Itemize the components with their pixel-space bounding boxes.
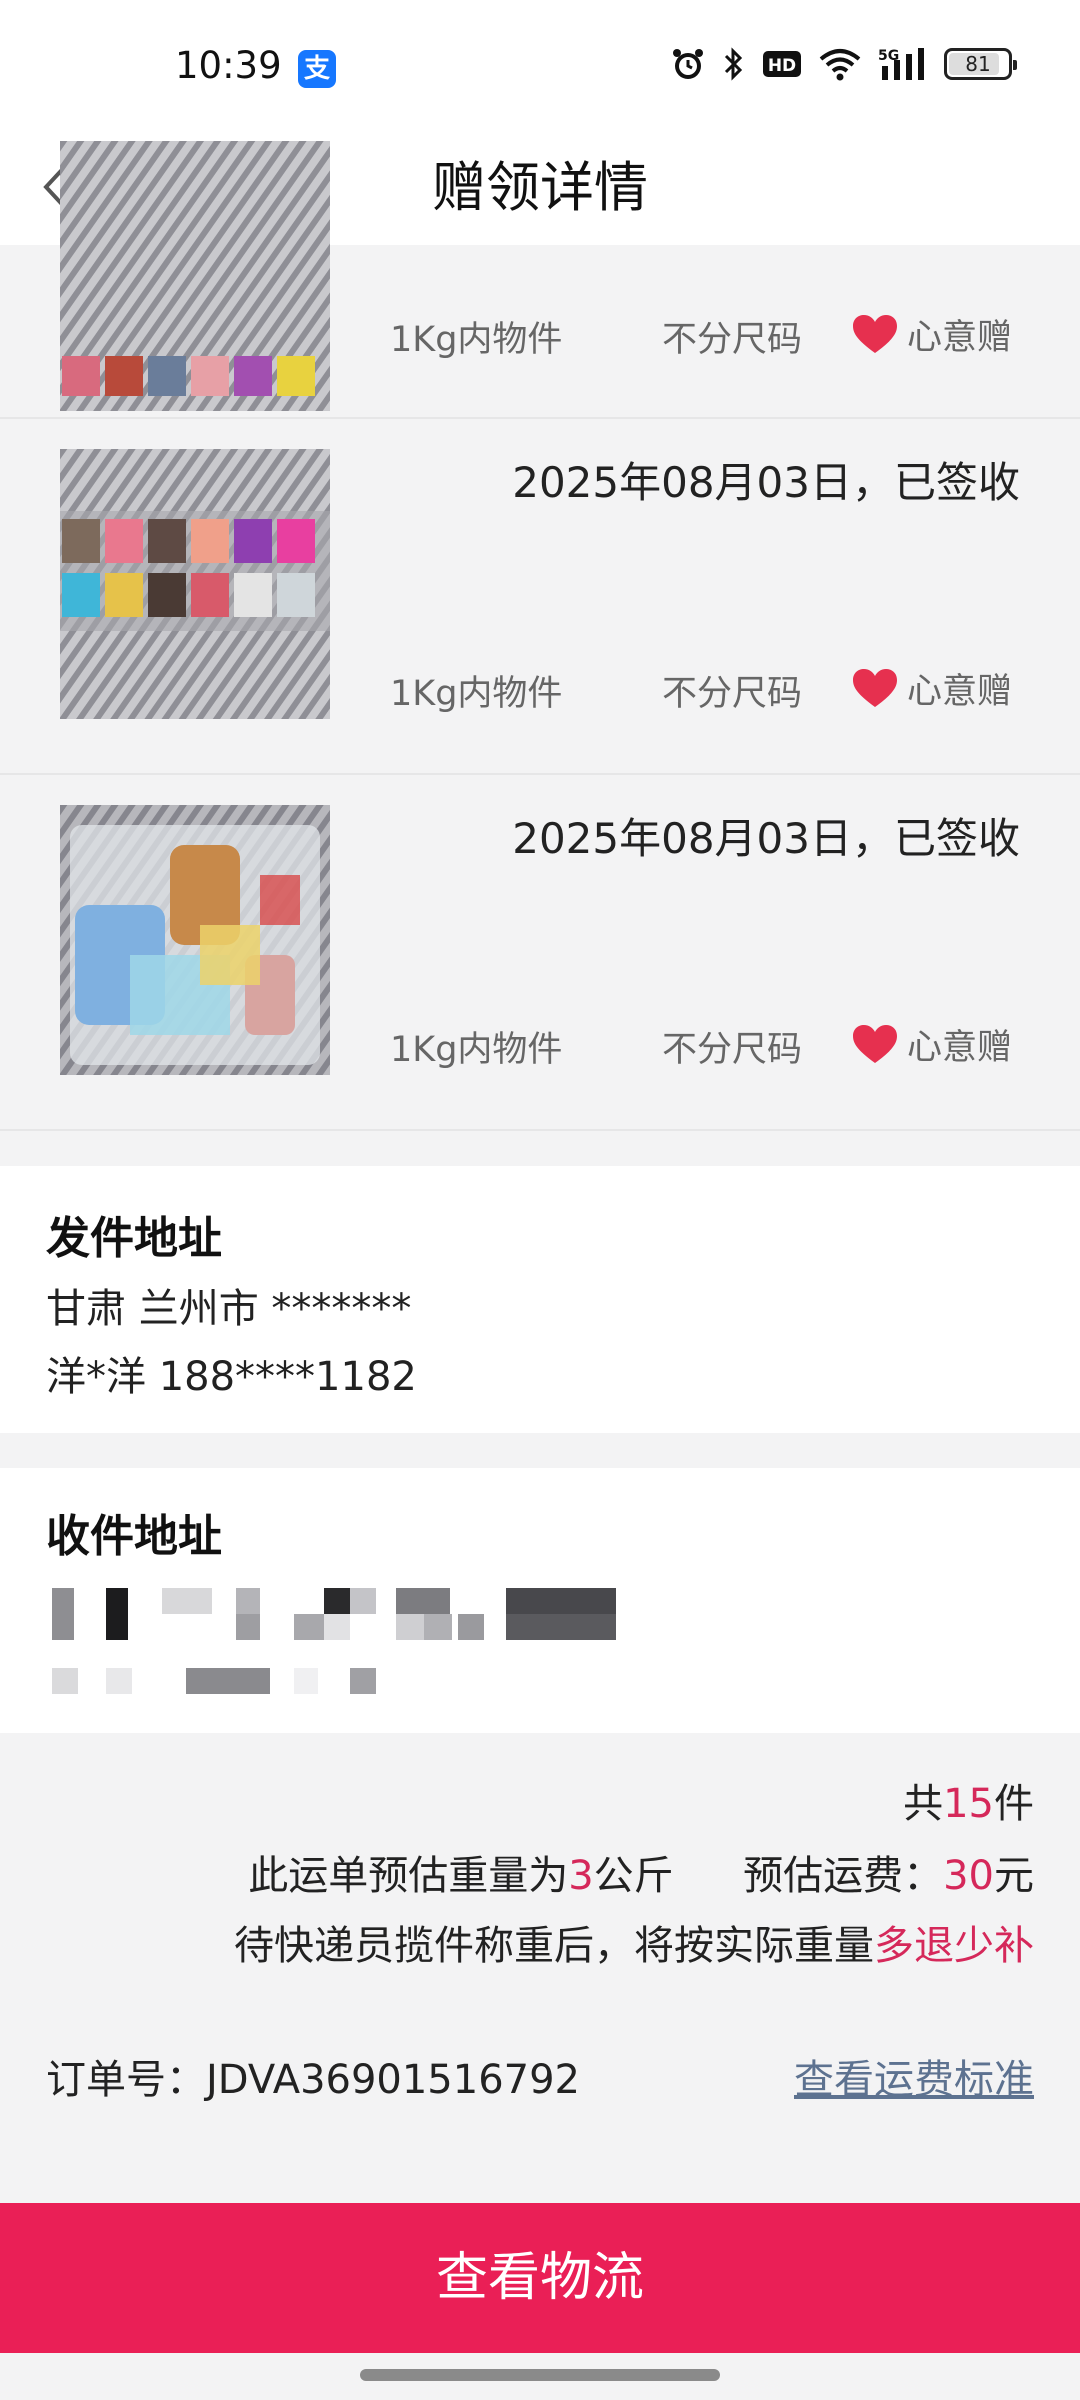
- status-icons: HD 5G 81: [670, 46, 1017, 82]
- gift-label: 心意赠: [907, 672, 1013, 712]
- battery-icon: 81: [944, 48, 1017, 80]
- item-date: 2025年08月03日，已签收: [512, 458, 1020, 507]
- order-number: 订单号：JDVA36901516792: [46, 2047, 580, 2105]
- alipay-icon: 支: [298, 50, 336, 88]
- weight-prefix: 此运单预估重量为: [248, 1853, 569, 1899]
- battery-level: 81: [965, 52, 991, 76]
- home-indicator[interactable]: [360, 2369, 720, 2381]
- order-summary: 共15件 此运单预估重量为3公斤 预估运费：30元 待快递员揽件称重后，将按实际…: [0, 1735, 1080, 2203]
- hd-label: HD: [768, 56, 796, 76]
- gift-label: 心意赠: [907, 318, 1013, 358]
- note-prefix: 待快递员揽件称重后，将按实际重量: [234, 1923, 874, 1969]
- fee-prefix: 预估运费：: [743, 1853, 944, 1899]
- count-value: 15: [943, 1781, 994, 1827]
- item-weight: 1Kg内物件: [390, 674, 563, 714]
- list-item[interactable]: 2025年08月03日，已签收 1Kg内物件 不分尺码 心意赠: [0, 419, 1080, 775]
- fee-standard-link[interactable]: 查看运费标准: [794, 2047, 1034, 2105]
- item-date: 2025年08月03日，已签收: [512, 814, 1020, 863]
- item-size: 不分尺码: [662, 320, 803, 360]
- view-logistics-button[interactable]: 查看物流: [0, 2203, 1080, 2353]
- hd-icon: HD: [763, 51, 801, 77]
- gift-tag: 心意赠: [853, 1019, 1012, 1070]
- weight-value: 3: [568, 1853, 594, 1899]
- status-bar: 10:39 支 HD 5G 81: [0, 0, 1080, 130]
- order-label: 订单号：: [46, 2057, 206, 2103]
- gift-label: 心意赠: [907, 1028, 1013, 1068]
- item-size: 不分尺码: [662, 1030, 803, 1070]
- alarm-icon: [673, 49, 703, 79]
- order-number-value: JDVA36901516792: [206, 2057, 581, 2103]
- heart-icon: [853, 314, 897, 353]
- sender-address-title: 发件地址: [46, 1213, 222, 1264]
- weight-fee-row: 此运单预估重量为3公斤 预估运费：30元: [248, 1843, 1034, 1901]
- gift-tag: 心意赠: [853, 309, 1012, 360]
- list-item[interactable]: 2025年08月03日，已签收 1Kg内物件 不分尺码 心意赠: [0, 775, 1080, 1131]
- count-prefix: 共: [903, 1781, 944, 1827]
- item-weight: 1Kg内物件: [390, 1030, 563, 1070]
- item-size: 不分尺码: [662, 674, 803, 714]
- wifi-icon: [819, 49, 861, 81]
- bluetooth-icon: [724, 47, 743, 81]
- product-image: [60, 805, 330, 1075]
- sender-contact: 洋*洋 188****1182: [46, 1354, 417, 1400]
- gift-tag: 心意赠: [853, 663, 1012, 714]
- redacted-address: [52, 1588, 616, 1694]
- note-accent: 多退少补: [874, 1923, 1034, 1969]
- list-item[interactable]: 1Kg内物件 不分尺码 心意赠: [0, 141, 1080, 419]
- item-count: 共15件: [903, 1771, 1034, 1829]
- receiver-address-title: 收件地址: [46, 1511, 222, 1562]
- heart-icon: [853, 668, 897, 707]
- fee-value: 30: [943, 1853, 994, 1899]
- fee-suffix: 元: [994, 1853, 1034, 1899]
- count-suffix: 件: [994, 1781, 1034, 1827]
- weighing-note: 待快递员揽件称重后，将按实际重量多退少补: [234, 1913, 1034, 1971]
- item-weight: 1Kg内物件: [390, 320, 563, 360]
- weight-suffix: 公斤: [593, 1853, 674, 1899]
- status-time: 10:39: [175, 44, 282, 87]
- item-list: 1Kg内物件 不分尺码 心意赠 2025年08月03日，已签收 1Kg内物件 不…: [0, 141, 1080, 1131]
- sender-address: 甘肃 兰州市 *******: [46, 1286, 412, 1332]
- product-image: [60, 449, 330, 719]
- sender-address-section: 发件地址 甘肃 兰州市 ******* 洋*洋 188****1182: [0, 1166, 1080, 1433]
- heart-icon: [853, 1024, 897, 1063]
- receiver-address-section: 收件地址: [0, 1468, 1080, 1733]
- signal-5g-icon: 5G: [878, 48, 924, 80]
- product-image: [60, 141, 330, 411]
